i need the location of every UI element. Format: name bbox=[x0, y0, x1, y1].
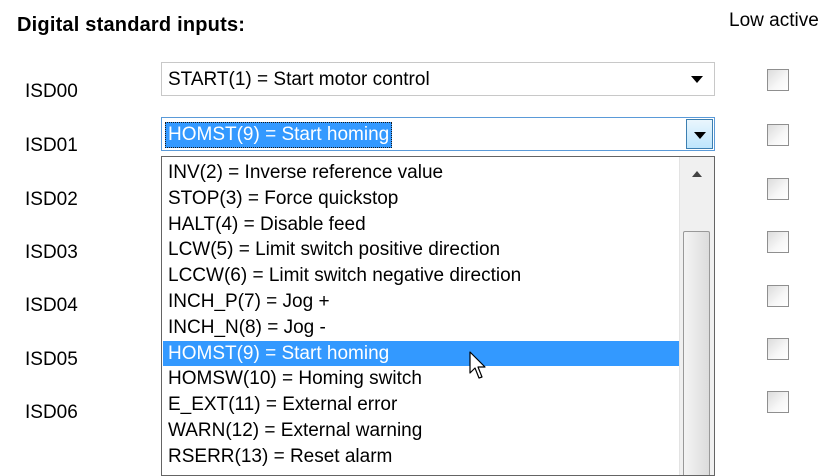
dropdown-arrow-icon[interactable] bbox=[691, 76, 703, 83]
dropdown-option-selected[interactable]: HOMST(9) = Start homing bbox=[163, 340, 680, 367]
row-label-isd02: ISD02 bbox=[25, 189, 78, 210]
row-label-isd05: ISD05 bbox=[25, 349, 78, 370]
scroll-up-arrow-icon[interactable] bbox=[692, 171, 702, 177]
dropdown-option[interactable]: INCH_P(7) = Jog + bbox=[163, 289, 680, 315]
isd02-low-active-checkbox[interactable] bbox=[767, 178, 789, 200]
isd01-function-select[interactable]: HOMST(9) = Start homing bbox=[161, 117, 715, 151]
isd00-low-active-checkbox[interactable] bbox=[767, 69, 789, 91]
row-label-isd01: ISD01 bbox=[25, 135, 78, 156]
isd01-dropdown-list[interactable]: INV(2) = Inverse reference value STOP(3)… bbox=[161, 156, 715, 476]
dropdown-option[interactable]: RSERR(13) = Reset alarm bbox=[163, 444, 680, 470]
scrollbar-thumb[interactable] bbox=[683, 231, 710, 475]
dropdown-option[interactable]: STOP(3) = Force quickstop bbox=[163, 186, 680, 212]
mouse-pointer-icon bbox=[469, 351, 486, 379]
dropdown-arrow-icon[interactable] bbox=[686, 119, 713, 149]
dropdown-scrollbar[interactable] bbox=[679, 157, 714, 475]
row-label-isd04: ISD04 bbox=[25, 295, 78, 316]
row-label-isd00: ISD00 bbox=[25, 81, 78, 102]
dropdown-option[interactable]: LCW(5) = Limit switch positive direction bbox=[163, 237, 680, 263]
section-title: Digital standard inputs: bbox=[17, 14, 246, 36]
row-label-isd03: ISD03 bbox=[25, 242, 78, 263]
row-label-isd06: ISD06 bbox=[25, 402, 78, 423]
dropdown-option[interactable]: INV(2) = Inverse reference value bbox=[163, 160, 680, 186]
dropdown-option[interactable]: WARN(12) = External warning bbox=[163, 418, 680, 444]
isd00-selected-value: START(1) = Start motor control bbox=[168, 69, 430, 90]
isd06-low-active-checkbox[interactable] bbox=[767, 391, 789, 413]
low-active-header: Low active bbox=[729, 10, 819, 31]
isd03-low-active-checkbox[interactable] bbox=[767, 231, 789, 253]
dropdown-option[interactable]: HOMSW(10) = Homing switch bbox=[163, 366, 680, 392]
isd05-low-active-checkbox[interactable] bbox=[767, 338, 789, 360]
isd00-function-select[interactable]: START(1) = Start motor control bbox=[161, 62, 715, 96]
isd01-selected-value: HOMST(9) = Start homing bbox=[165, 122, 393, 148]
dropdown-option[interactable]: HALT(4) = Disable feed bbox=[163, 212, 680, 238]
dropdown-option[interactable]: E_EXT(11) = External error bbox=[163, 392, 680, 418]
dropdown-option[interactable]: INCH_N(8) = Jog - bbox=[163, 315, 680, 341]
isd01-low-active-checkbox[interactable] bbox=[767, 124, 789, 146]
dropdown-option[interactable]: LCCW(6) = Limit switch negative directio… bbox=[163, 263, 680, 289]
isd04-low-active-checkbox[interactable] bbox=[767, 285, 789, 307]
